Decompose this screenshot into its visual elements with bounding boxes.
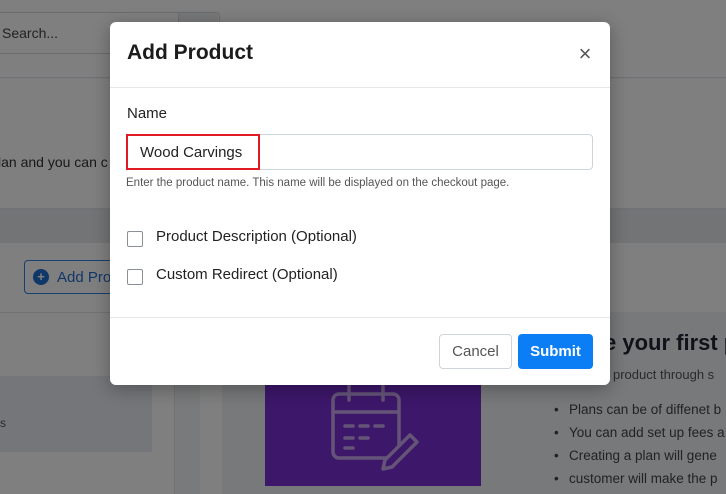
custom-redirect-checkbox[interactable] [127, 269, 143, 285]
modal-header: Add Product × [110, 22, 610, 88]
submit-button[interactable]: Submit [518, 334, 593, 369]
product-name-input[interactable] [126, 134, 593, 170]
add-product-modal: Add Product × Name Enter the product nam… [110, 22, 610, 385]
product-description-checkbox[interactable] [127, 231, 143, 247]
close-icon[interactable]: × [576, 42, 594, 66]
product-description-option[interactable]: Product Description (Optional) [127, 225, 357, 247]
product-description-label[interactable]: Product Description (Optional) [156, 228, 357, 245]
cancel-button[interactable]: Cancel [439, 334, 512, 369]
custom-redirect-option[interactable]: Custom Redirect (Optional) [127, 263, 338, 285]
name-help-text: Enter the product name. This name will b… [126, 177, 510, 189]
name-label: Name [127, 105, 168, 122]
custom-redirect-label[interactable]: Custom Redirect (Optional) [156, 266, 338, 283]
modal-footer: Cancel Submit [110, 317, 610, 385]
modal-title: Add Product [127, 41, 253, 64]
